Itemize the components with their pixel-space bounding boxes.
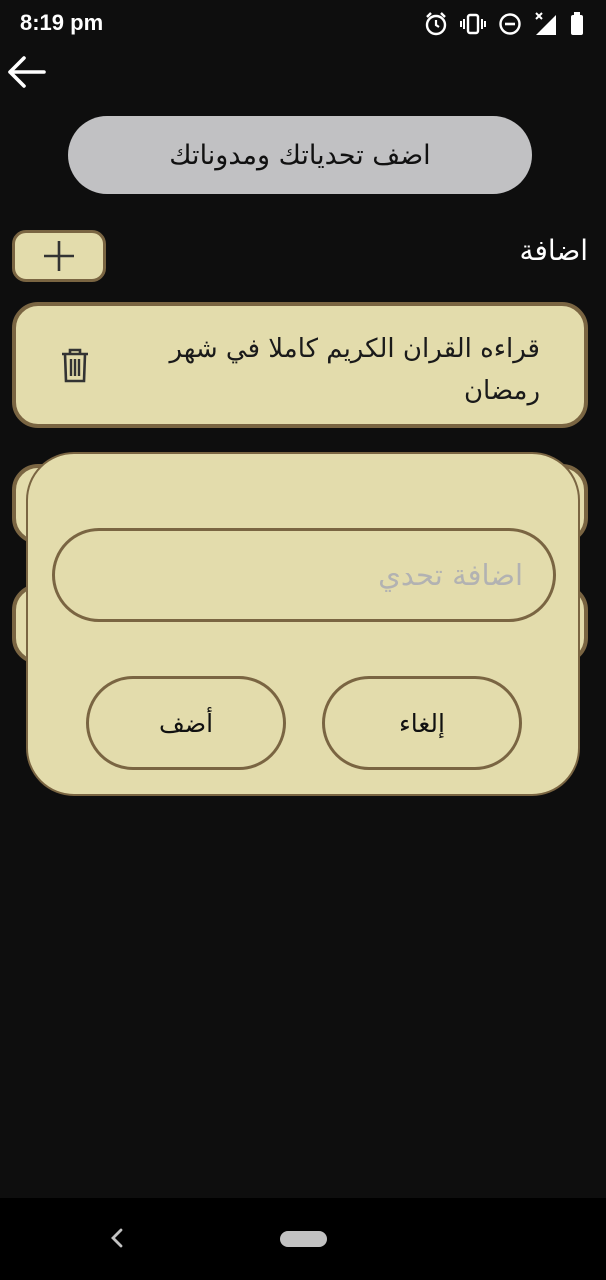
challenge-card: قراءه القران الكريم كاملا في شهر رمضان xyxy=(12,302,588,428)
cancel-button-label: إلغاء xyxy=(399,708,445,738)
alarm-icon xyxy=(425,12,447,36)
add-challenge-button[interactable] xyxy=(12,230,106,282)
do-not-disturb-icon xyxy=(499,13,521,35)
status-time: 8:19 pm xyxy=(20,10,104,35)
nav-back-icon[interactable] xyxy=(108,1226,126,1250)
vibrate-icon xyxy=(460,13,486,35)
trash-icon[interactable] xyxy=(60,348,90,384)
add-button[interactable]: أضف xyxy=(86,676,286,770)
battery-icon xyxy=(571,12,583,35)
signal-icon xyxy=(535,12,556,35)
status-icons xyxy=(424,11,584,37)
add-challenge-dialog: أضف إلغاء xyxy=(26,452,580,796)
add-label: اضافة xyxy=(519,234,588,267)
navigation-bar xyxy=(0,1198,606,1280)
nav-home-button[interactable] xyxy=(280,1231,327,1247)
cancel-button[interactable]: إلغاء xyxy=(322,676,522,770)
add-button-label: أضف xyxy=(158,708,214,738)
status-bar: 8:19 pm xyxy=(0,0,606,50)
challenge-input[interactable] xyxy=(52,528,556,622)
arrow-left-icon[interactable] xyxy=(4,52,48,92)
plus-icon xyxy=(44,241,74,271)
challenge-text: قراءه القران الكريم كاملا في شهر رمضان xyxy=(169,334,540,406)
page-title: اضف تحدياتك ومدوناتك xyxy=(68,116,532,194)
page-title-text: اضف تحدياتك ومدوناتك xyxy=(169,139,431,171)
